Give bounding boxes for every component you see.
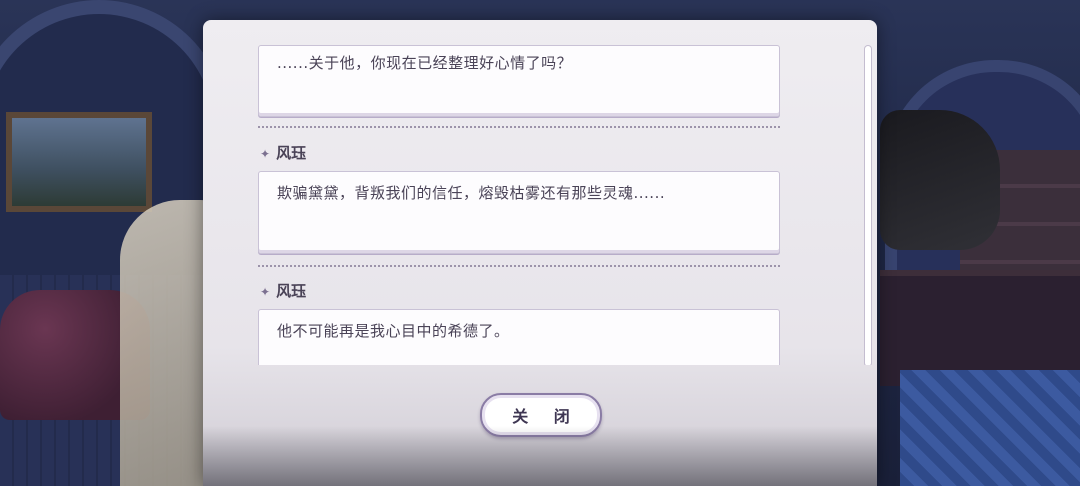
dialog-bubble: ......关于他，你现在已经整理好心情了吗？	[258, 45, 780, 117]
background-cabinet	[880, 270, 1080, 386]
dialog-text: ......关于他，你现在已经整理好心情了吗？	[277, 54, 573, 72]
speaker-label: ✦ 风珏	[260, 280, 306, 301]
speaker-name: 风珏	[276, 282, 307, 300]
close-button-label: 关 闭	[512, 407, 580, 426]
log-scroll-thumb[interactable]	[865, 46, 871, 365]
dialog-text: 欺骗黛黛，背叛我们的信任，熔毁枯雾还有那些灵魂......	[277, 184, 666, 202]
dialog-log-list[interactable]: ......关于他，你现在已经整理好心情了吗？ ✦ 风珏 欺骗黛黛，背叛我们的信…	[203, 20, 877, 365]
dialog-text: 他不可能再是我心目中的希德了。	[277, 322, 510, 340]
entry-divider	[258, 126, 780, 128]
sparkle-icon: ✦	[260, 147, 271, 161]
background-carpet	[900, 370, 1080, 486]
close-button[interactable]: 关 闭	[480, 393, 602, 437]
background-painting	[6, 112, 152, 212]
dialog-bubble: 他不可能再是我心目中的希德了。	[258, 309, 780, 365]
background-character-right	[880, 110, 1000, 250]
dialog-bubble: 欺骗黛黛，背叛我们的信任，熔毁枯雾还有那些灵魂......	[258, 171, 780, 254]
entry-divider	[258, 265, 780, 267]
dialog-log-panel: ......关于他，你现在已经整理好心情了吗？ ✦ 风珏 欺骗黛黛，背叛我们的信…	[203, 20, 877, 486]
log-scrollbar[interactable]	[865, 46, 871, 365]
sparkle-icon: ✦	[260, 285, 271, 299]
speaker-label: ✦ 风珏	[260, 142, 306, 163]
speaker-name: 风珏	[276, 144, 307, 162]
